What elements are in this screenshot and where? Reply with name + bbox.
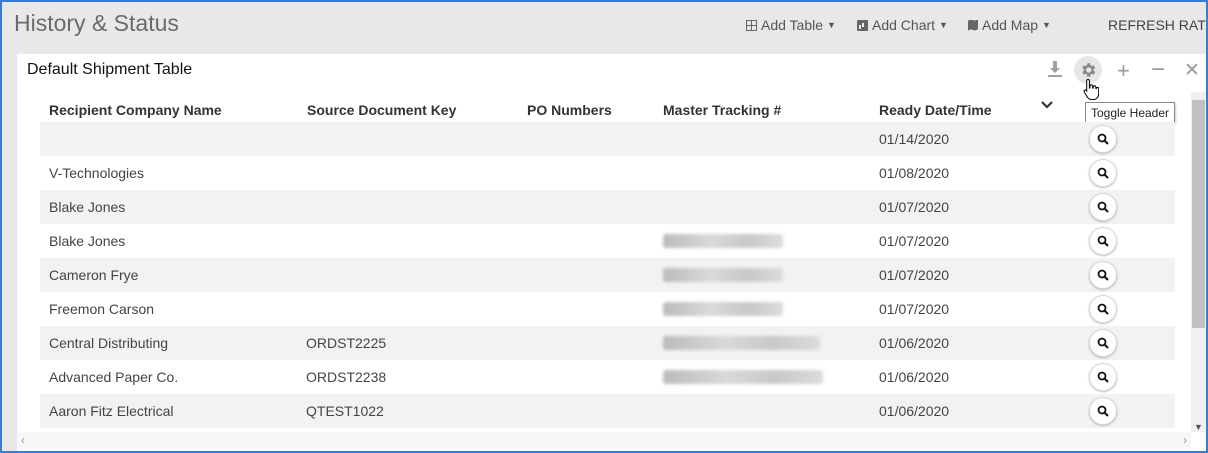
vertical-scrollbar[interactable]: ▼ [1191, 92, 1206, 432]
source-key-cell: QTEST1022 [306, 403, 384, 419]
top-bar: History & Status Add Table ▼ Add Chart ▼… [2, 2, 1206, 50]
view-details-button[interactable] [1089, 227, 1117, 255]
view-details-button[interactable] [1089, 125, 1117, 153]
ready-date-cell: 01/07/2020 [879, 301, 950, 317]
view-details-button[interactable] [1089, 261, 1117, 289]
map-icon [968, 19, 978, 31]
source-key-cell: ORDST2238 [306, 369, 387, 385]
company-cell: Central Distributing [49, 335, 169, 351]
magnifier-icon [1097, 405, 1109, 417]
view-details-button[interactable] [1089, 295, 1117, 323]
gear-icon [1082, 63, 1096, 77]
view-details-button[interactable] [1089, 193, 1117, 221]
vertical-scroll-thumb[interactable] [1192, 100, 1205, 328]
scroll-left-arrow-icon[interactable]: ‹ [21, 433, 25, 447]
table-row[interactable]: Advanced Paper Co. ORDST2238 01/06/2020 [40, 360, 1175, 394]
table-row[interactable]: Blake Jones 01/07/2020 [40, 224, 1175, 258]
add-chart-label: Add Chart [872, 17, 936, 33]
table-row[interactable]: Freemon Carson 01/07/2020 [40, 292, 1175, 326]
ready-date-cell: 01/14/2020 [879, 131, 950, 147]
table-body: 01/14/2020 V-Technologies 01/08/2020 Bla… [40, 122, 1175, 428]
magnifier-icon [1097, 269, 1109, 281]
table-row[interactable]: Central Distributing ORDST2225 01/06/202… [40, 326, 1175, 360]
horizontal-scrollbar[interactable]: ‹ › [17, 432, 1191, 448]
table-row[interactable]: Aaron Fitz Electrical QTEST1022 01/06/20… [40, 394, 1175, 428]
redacted-tracking-number [663, 302, 783, 316]
company-cell: Blake Jones [49, 199, 126, 215]
minimize-icon[interactable]: − [1151, 56, 1165, 84]
redacted-tracking-number [663, 268, 783, 282]
redacted-tracking-number [663, 336, 820, 350]
magnifier-icon [1097, 201, 1109, 213]
company-cell: Freemon Carson [49, 301, 155, 317]
company-cell: Advanced Paper Co. [49, 369, 179, 385]
add-chart-button[interactable]: Add Chart ▼ [857, 17, 948, 33]
caret-down-icon: ▼ [1042, 20, 1051, 30]
source-key-cell: ORDST2225 [306, 335, 387, 351]
column-header-ready-date[interactable]: Ready Date/Time [879, 102, 992, 118]
magnifier-icon [1097, 167, 1109, 179]
sort-chevron-down-icon[interactable] [1041, 99, 1053, 113]
scroll-down-arrow-icon[interactable]: ▼ [1194, 422, 1203, 432]
ready-date-cell: 01/07/2020 [879, 199, 950, 215]
column-header-source-key[interactable]: Source Document Key [307, 102, 456, 118]
magnifier-icon [1097, 303, 1109, 315]
view-details-button[interactable] [1089, 363, 1117, 391]
view-details-button[interactable] [1089, 329, 1117, 357]
ready-date-cell: 01/08/2020 [879, 165, 950, 181]
add-table-label: Add Table [761, 17, 824, 33]
chart-icon [857, 19, 868, 31]
table-icon [746, 19, 757, 31]
table-row[interactable]: V-Technologies 01/08/2020 [40, 156, 1175, 190]
redacted-tracking-number [663, 370, 823, 384]
ready-date-cell: 01/06/2020 [879, 403, 950, 419]
ready-date-cell: 01/07/2020 [879, 267, 950, 283]
magnifier-icon [1097, 235, 1109, 247]
table-header: Recipient Company Name Source Document K… [40, 98, 1175, 122]
column-header-po-numbers[interactable]: PO Numbers [527, 102, 612, 118]
redacted-tracking-number [663, 234, 783, 248]
ready-date-cell: 01/06/2020 [879, 335, 950, 351]
close-icon[interactable]: ✕ [1184, 59, 1200, 82]
refresh-rate-button[interactable]: REFRESH RATE [1108, 17, 1206, 33]
column-header-tracking[interactable]: Master Tracking # [663, 102, 781, 118]
ready-date-cell: 01/07/2020 [879, 233, 950, 249]
table-row[interactable]: 01/14/2020 [40, 122, 1175, 156]
magnifier-icon [1097, 133, 1109, 145]
company-cell: Aaron Fitz Electrical [49, 403, 174, 419]
add-table-button[interactable]: Add Table ▼ [746, 17, 836, 33]
view-details-button[interactable] [1089, 397, 1117, 425]
table-row[interactable]: Blake Jones 01/07/2020 [40, 190, 1175, 224]
company-cell: V-Technologies [49, 165, 144, 181]
shipment-table-panel: Default Shipment Table + − ✕ Toggle Head… [17, 54, 1206, 451]
caret-down-icon: ▼ [939, 20, 948, 30]
table-row[interactable]: Cameron Frye 01/07/2020 [40, 258, 1175, 292]
page-title: History & Status [14, 10, 179, 36]
scroll-right-arrow-icon[interactable]: › [1183, 433, 1187, 447]
company-cell: Blake Jones [49, 233, 126, 249]
column-header-company[interactable]: Recipient Company Name [49, 102, 222, 118]
magnifier-icon [1097, 337, 1109, 349]
ready-date-cell: 01/06/2020 [879, 369, 950, 385]
magnifier-icon [1097, 371, 1109, 383]
download-icon[interactable] [1047, 60, 1063, 83]
add-icon[interactable]: + [1117, 58, 1130, 84]
caret-down-icon: ▼ [827, 20, 836, 30]
add-map-button[interactable]: Add Map ▼ [968, 17, 1051, 33]
panel-title: Default Shipment Table [27, 61, 193, 78]
view-details-button[interactable] [1089, 159, 1117, 187]
add-map-label: Add Map [982, 17, 1039, 33]
company-cell: Cameron Frye [49, 267, 139, 283]
